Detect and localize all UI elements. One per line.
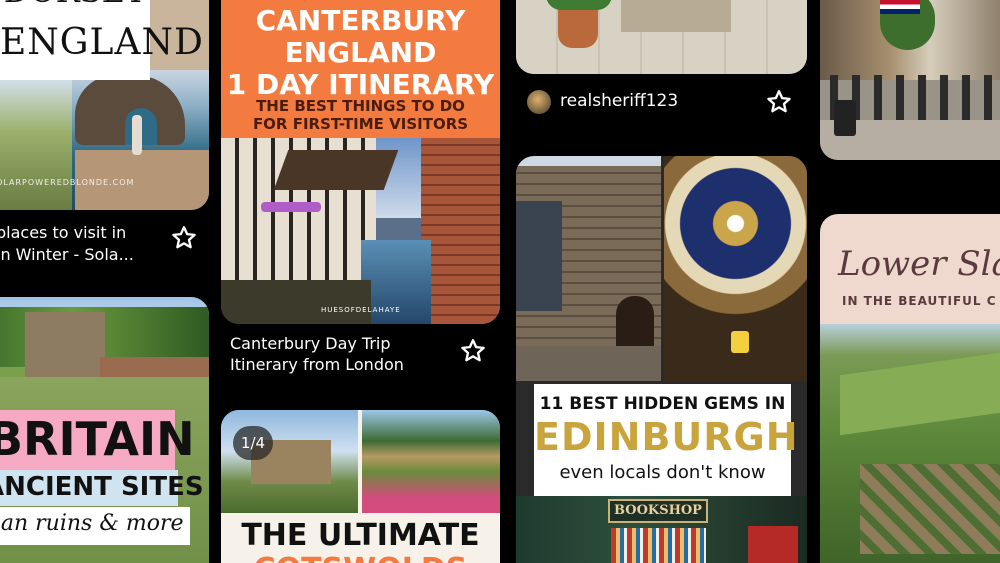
canterbury-watermark: HUESOFDELAHAYE (321, 306, 401, 314)
pin-dorset-caption-line1[interactable]: places to visit in (0, 222, 126, 243)
pin-dorset-save-star-icon[interactable] (170, 224, 198, 252)
pin-courtyard-image[interactable] (516, 0, 807, 74)
pin-cotswolds-image[interactable]: 1/4 THE ULTIMATE COTSWOLDS (221, 410, 500, 563)
photo-dark-tower (516, 201, 562, 311)
pin-username[interactable]: realsheriff123 (560, 91, 678, 112)
image-counter-text: 1/4 (240, 434, 266, 452)
cotswolds-line1: THE ULTIMATE (241, 518, 480, 553)
pin-canterbury-caption-line2[interactable]: Itinerary from London (230, 354, 404, 375)
cotswolds-line2: COTSWOLDS (221, 552, 500, 563)
photo-bin (834, 100, 856, 136)
photo-cobbles (516, 346, 661, 381)
pin-street-image[interactable] (820, 0, 1000, 160)
photo-red-board (748, 526, 798, 563)
pin-slaughter-image[interactable]: Lower Sla IN THE BEAUTIFUL C (820, 214, 1000, 563)
britain-line3: man ruins & more (0, 511, 184, 536)
photo-bank (221, 280, 371, 324)
pin-canterbury-caption-line1[interactable]: Canterbury Day Trip (230, 333, 391, 354)
photo-village (860, 464, 1000, 554)
column-3: realsheriff123 11 BEST HIDDEN GEMS IN ED… (516, 0, 808, 563)
pin-courtyard-save-star-icon[interactable] (765, 88, 793, 116)
photo-flag (880, 0, 920, 14)
canterbury-title-line1: CANTERBURY (255, 4, 466, 37)
photo-tudor-roof (273, 150, 399, 190)
photo-brick-wall (421, 138, 500, 324)
dorset-title-line2: ENGLAND (0, 22, 204, 63)
britain-line2: ANCIENT SITES (0, 472, 204, 502)
canterbury-sub-line1: THE BEST THINGS TO DO (256, 97, 465, 115)
photo-lamp (731, 331, 749, 353)
slaughter-subtitle: IN THE BEAUTIFUL C (842, 294, 997, 308)
photo-shelves (611, 528, 706, 563)
avatar[interactable] (527, 90, 551, 114)
canterbury-title-line2: ENGLAND (284, 36, 437, 69)
photo-fountain (621, 0, 731, 32)
photo-cottages (362, 410, 500, 513)
canterbury-sub-line2: FOR FIRST-TIME VISITORS (252, 115, 469, 133)
pin-dorset-caption-line2[interactable]: in Winter - Sola... (0, 244, 134, 265)
column-2: CANTERBURY ENGLAND 1 DAY ITINERARY THE B… (221, 0, 501, 563)
pin-edinburgh-image[interactable]: 11 BEST HIDDEN GEMS IN EDINBURGH even lo… (516, 156, 807, 563)
column-1: DORSET ENGLAND SOLARPOWEREDBLONDE.COM pl… (0, 0, 210, 563)
photo-hills (0, 80, 72, 210)
photo-ruins (25, 312, 105, 382)
pin-canterbury-save-star-icon[interactable] (459, 337, 487, 365)
pin-canterbury-image[interactable]: CANTERBURY ENGLAND 1 DAY ITINERARY THE B… (221, 0, 500, 324)
column-4: Lower Sla IN THE BEAUTIFUL C (820, 0, 1000, 563)
pin-dorset-image[interactable]: DORSET ENGLAND SOLARPOWEREDBLONDE.COM (0, 0, 209, 210)
photo-person (132, 115, 142, 155)
edinburgh-line1: 11 BEST HIDDEN GEMS IN (539, 394, 786, 414)
edinburgh-line3: even locals don't know (559, 462, 766, 483)
photo-flowers (261, 202, 321, 212)
photo-plant (546, 0, 612, 10)
pin-britain-image[interactable]: BRITAIN ANCIENT SITES man ruins & more (0, 297, 209, 563)
dorset-title-line1: DORSET (0, 0, 150, 10)
slaughter-title: Lower Sla (838, 244, 1000, 284)
dorset-watermark: SOLARPOWEREDBLONDE.COM (0, 178, 135, 187)
bookshop-sign-text: BOOKSHOP (614, 503, 702, 518)
edinburgh-line2: EDINBURGH (534, 415, 799, 459)
britain-line1: BRITAIN (0, 412, 195, 466)
